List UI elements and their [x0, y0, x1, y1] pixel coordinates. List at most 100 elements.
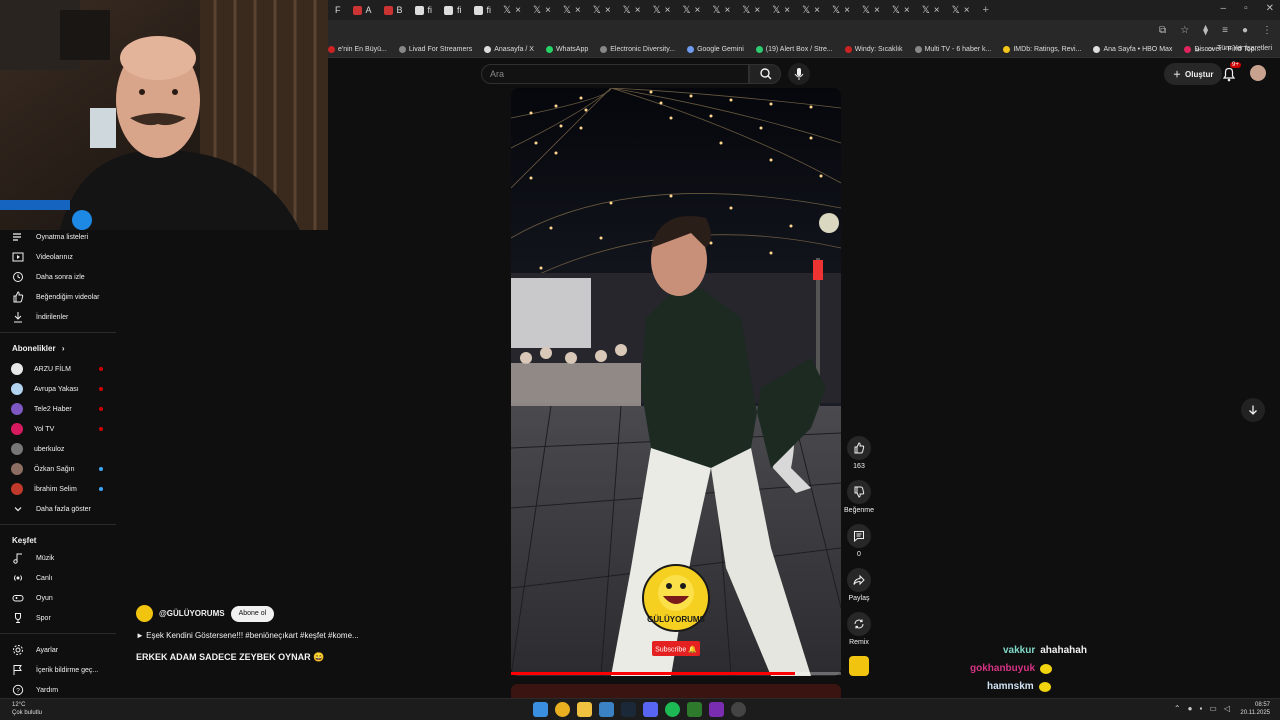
- create-button[interactable]: ＋ Oluştur: [1164, 63, 1223, 85]
- subscriptions-heading[interactable]: Abonelikler ›: [12, 344, 64, 353]
- browser-tab[interactable]: fi: [410, 2, 438, 18]
- browser-tab[interactable]: fi: [439, 2, 467, 18]
- bookmark-item[interactable]: Livad For Streamers: [398, 46, 472, 53]
- sidebar-item-report-history[interactable]: İçerik bildirme geç...: [12, 664, 112, 676]
- close-tab-icon[interactable]: ×: [964, 5, 970, 16]
- file-explorer-icon[interactable]: [577, 702, 592, 717]
- browser-tab[interactable]: 𝕏 ×: [797, 2, 825, 18]
- weather-widget[interactable]: 12°C Çok bulutlu: [12, 701, 42, 717]
- browser-tab[interactable]: fi: [469, 2, 497, 18]
- shorts-video-player[interactable]: GÜLÜYORUMS Subscribe 🔔: [511, 88, 841, 676]
- close-tab-icon[interactable]: ×: [904, 5, 910, 16]
- windows-start-icon[interactable]: [533, 702, 548, 717]
- browser-tab[interactable]: 𝕏 ×: [677, 2, 705, 18]
- like-button[interactable]: [847, 436, 871, 460]
- chrome-icon[interactable]: [555, 702, 570, 717]
- subscription-item[interactable]: Avrupa Yakası: [11, 383, 103, 395]
- video-description[interactable]: ► Eşek Kendini Göstersene!!! #beniöneçık…: [136, 631, 359, 640]
- sidebar-item-help[interactable]: ? Yardım: [12, 684, 112, 696]
- browser-tab[interactable]: 𝕏 ×: [618, 2, 646, 18]
- volume-icon[interactable]: ◁: [1224, 704, 1230, 713]
- close-window-icon[interactable]: ✕: [1266, 3, 1274, 14]
- bookmark-item[interactable]: Windy: Sıcaklık: [844, 46, 903, 53]
- sidebar-item-live[interactable]: Canlı: [12, 572, 112, 584]
- sidebar-item-liked-videos[interactable]: Beğendiğim videolar: [12, 291, 112, 303]
- cast-icon[interactable]: ⧉: [1159, 25, 1166, 36]
- bookmark-item[interactable]: (19) Alert Box / Stre...: [755, 46, 833, 53]
- close-tab-icon[interactable]: ×: [575, 5, 581, 16]
- store-icon[interactable]: [599, 702, 614, 717]
- sidebar-item-playlists[interactable]: Oynatma listeleri: [12, 231, 112, 243]
- browser-tab[interactable]: 𝕏 ×: [827, 2, 855, 18]
- subscription-item[interactable]: Özkan Sağın: [11, 463, 103, 475]
- close-tab-icon[interactable]: ×: [724, 5, 730, 16]
- close-tab-icon[interactable]: ×: [754, 5, 760, 16]
- close-tab-icon[interactable]: ×: [814, 5, 820, 16]
- clock[interactable]: 08:57 20.11.2025: [1240, 701, 1270, 717]
- microphone-tray-icon[interactable]: ●: [1188, 704, 1193, 713]
- show-more-button[interactable]: Daha fazla göster: [12, 503, 112, 515]
- bookmarks-overflow-button[interactable]: »: [1195, 44, 1200, 54]
- browser-tab[interactable]: 𝕏 ×: [707, 2, 735, 18]
- sidebar-item-sports[interactable]: Spor: [12, 612, 112, 624]
- all-bookmarks-button[interactable]: ▭ Tüm Yer İşaretleri: [1207, 45, 1272, 53]
- share-button[interactable]: [847, 568, 871, 592]
- browser-tab[interactable]: 𝕏 ×: [528, 2, 556, 18]
- browser-tab[interactable]: 𝕏 ×: [498, 2, 526, 18]
- close-tab-icon[interactable]: ×: [665, 5, 671, 16]
- browser-tab[interactable]: F: [330, 2, 346, 18]
- close-tab-icon[interactable]: ×: [515, 5, 521, 16]
- bookmark-item[interactable]: Ana Sayfa • HBO Max: [1093, 46, 1172, 53]
- tray-overflow-icon[interactable]: ⌃: [1174, 704, 1181, 713]
- browser-tab[interactable]: 𝕏 ×: [737, 2, 765, 18]
- minimize-icon[interactable]: –: [1221, 3, 1227, 14]
- next-short-preview[interactable]: [511, 684, 841, 698]
- subscription-item[interactable]: Yol TV: [11, 423, 103, 435]
- subscription-item[interactable]: İbrahim Selim: [11, 483, 103, 495]
- sidebar-item-downloads[interactable]: İndirilenler: [12, 311, 112, 323]
- close-tab-icon[interactable]: ×: [874, 5, 880, 16]
- close-tab-icon[interactable]: ×: [545, 5, 551, 16]
- sidebar-item-watch-later[interactable]: Daha sonra izle: [12, 271, 112, 283]
- voice-search-button[interactable]: [788, 63, 810, 85]
- bookmark-item[interactable]: IMDb: Ratings, Revi...: [1003, 46, 1081, 53]
- browser-tab[interactable]: 𝕏 ×: [857, 2, 885, 18]
- kebab-menu-icon[interactable]: ⋮: [1262, 25, 1272, 36]
- green-app-icon[interactable]: [687, 702, 702, 717]
- star-icon[interactable]: ☆: [1180, 25, 1189, 36]
- browser-tab[interactable]: 𝕏 ×: [917, 2, 945, 18]
- bookmark-item[interactable]: WhatsApp: [545, 46, 588, 53]
- close-tab-icon[interactable]: ×: [635, 5, 641, 16]
- remix-button[interactable]: [847, 612, 871, 636]
- obs-icon[interactable]: [731, 702, 746, 717]
- browser-tab[interactable]: B: [379, 2, 408, 18]
- next-video-button[interactable]: [1241, 398, 1265, 422]
- browser-tab[interactable]: A: [348, 2, 377, 18]
- sidebar-item-your-videos[interactable]: Videolarınız: [12, 251, 112, 263]
- close-tab-icon[interactable]: ×: [934, 5, 940, 16]
- browser-tab[interactable]: 𝕏 ×: [887, 2, 915, 18]
- sidebar-item-music[interactable]: Müzik: [12, 552, 112, 564]
- subscribe-button[interactable]: Abone ol: [230, 605, 275, 622]
- browser-tab[interactable]: 𝕏 ×: [767, 2, 795, 18]
- subscription-item[interactable]: ARZU FİLM: [11, 363, 103, 375]
- bookmark-item[interactable]: Multi TV - 6 haber k...: [914, 46, 991, 53]
- browser-tab[interactable]: 𝕏 ×: [947, 2, 975, 18]
- browser-tab[interactable]: 𝕏 ×: [558, 2, 586, 18]
- discord-icon[interactable]: [643, 702, 658, 717]
- browser-tab[interactable]: 𝕏 ×: [588, 2, 616, 18]
- new-tab-button[interactable]: +: [977, 4, 995, 16]
- bookmark-item[interactable]: Google Gemini: [687, 46, 744, 53]
- bookmark-item[interactable]: e'nin En Büyü...: [328, 46, 387, 53]
- account-avatar[interactable]: [1250, 65, 1266, 81]
- close-tab-icon[interactable]: ×: [605, 5, 611, 16]
- close-tab-icon[interactable]: ×: [844, 5, 850, 16]
- profile-icon[interactable]: ●: [1242, 25, 1248, 36]
- bookmark-item[interactable]: Anasayfa / X: [484, 46, 534, 53]
- steam-icon[interactable]: [621, 702, 636, 717]
- media-icon[interactable]: ≡: [1222, 25, 1228, 36]
- audio-source-thumbnail[interactable]: [849, 656, 869, 676]
- subscription-item[interactable]: uberkuloz: [11, 443, 103, 455]
- dislike-button[interactable]: [847, 480, 871, 504]
- channel-name[interactable]: @GÜLÜYORUMS: [159, 609, 225, 618]
